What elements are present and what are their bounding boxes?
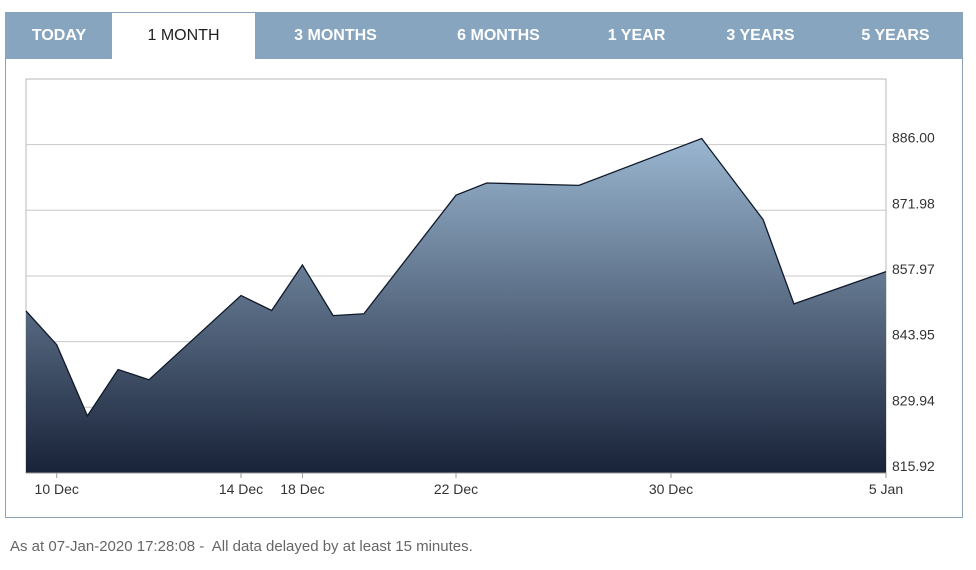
x-tick-label: 22 Dec [434,481,478,497]
price-chart: 815.92 829.94 843.95 857.97 871.98 886.00 10 D… [25,78,935,497]
y-tick-label: 815.92 [892,458,935,474]
y-tick-label: 857.97 [892,261,935,277]
x-tick-label: 10 Dec [35,481,79,497]
x-tick-label: 14 Dec [219,481,263,497]
y-tick-label: 829.94 [892,392,935,408]
x-tick-label: 18 Dec [280,481,324,497]
x-tick-label: 5 Jan [869,481,903,497]
x-tick-label: 30 Dec [649,481,693,497]
y-tick-label: 886.00 [892,130,935,146]
y-tick-label: 843.95 [892,327,935,343]
data-delay-notice: As at 07-Jan-2020 17:28:08 - All data de… [10,538,473,555]
y-tick-label: 871.98 [892,195,935,211]
